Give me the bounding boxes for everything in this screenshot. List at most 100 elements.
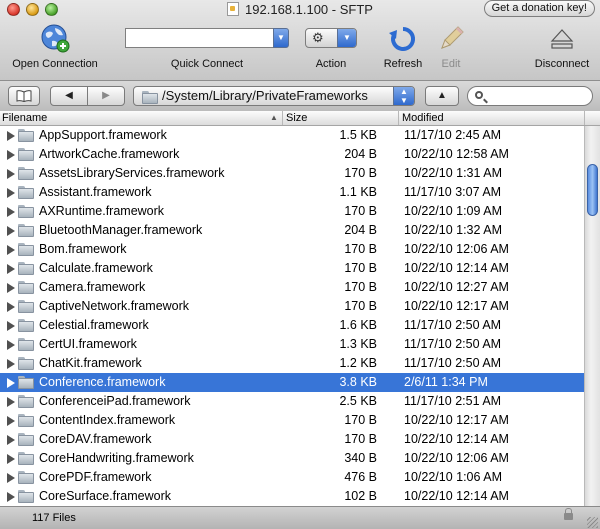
- file-size: 102 B: [344, 489, 377, 503]
- disclosure-triangle-icon[interactable]: [7, 188, 15, 198]
- folder-icon: [18, 281, 34, 294]
- file-name: CorePDF.framework: [39, 470, 152, 484]
- folder-icon: [18, 167, 34, 180]
- file-name: Camera.framework: [39, 280, 146, 294]
- file-size: 1.6 KB: [339, 318, 377, 332]
- file-row[interactable]: Conference.framework 3.8 KB 2/6/11 1:34 PM: [0, 373, 584, 392]
- chevron-down-icon: ▼: [277, 33, 285, 42]
- disclosure-triangle-icon[interactable]: [7, 454, 15, 464]
- file-row[interactable]: CoreSurface.framework 102 B 10/22/10 12:14…: [0, 487, 584, 506]
- edit-button[interactable]: Edit: [436, 24, 466, 70]
- file-row[interactable]: AssetsLibraryServices.framework 170 B 10/2…: [0, 164, 584, 183]
- disconnect-button[interactable]: Disconnect: [535, 26, 589, 70]
- folder-icon: [18, 186, 34, 199]
- folder-icon: [18, 319, 34, 332]
- back-button[interactable]: ◀: [50, 86, 88, 106]
- file-row[interactable]: CorePDF.framework 476 B 10/22/10 1:06 AM: [0, 468, 584, 487]
- file-row[interactable]: CoreDAV.framework 170 B 10/22/10 12:14 AM: [0, 430, 584, 449]
- disclosure-triangle-icon[interactable]: [7, 378, 15, 388]
- resize-grip[interactable]: [587, 517, 598, 528]
- file-row[interactable]: ContentIndex.framework 170 B 10/22/10 12:1…: [0, 411, 584, 430]
- file-row[interactable]: ChatKit.framework 1.2 KB 11/17/10 2:50 AM: [0, 354, 584, 373]
- column-separator[interactable]: [282, 111, 283, 125]
- file-size: 1.1 KB: [339, 185, 377, 199]
- forward-button[interactable]: ▶: [87, 86, 125, 106]
- file-size: 170 B: [344, 432, 377, 446]
- disclosure-triangle-icon[interactable]: [7, 321, 15, 331]
- disclosure-triangle-icon[interactable]: [7, 492, 15, 502]
- disclosure-triangle-icon[interactable]: [7, 150, 15, 160]
- file-row[interactable]: Bom.framework 170 B 10/22/10 12:06 AM: [0, 240, 584, 259]
- disclosure-triangle-icon[interactable]: [7, 131, 15, 141]
- file-size: 170 B: [344, 299, 377, 313]
- disclosure-triangle-icon[interactable]: [7, 264, 15, 274]
- bookmarks-button[interactable]: [8, 86, 40, 106]
- file-row[interactable]: ArtworkCache.framework 204 B 10/22/10 12:5…: [0, 145, 584, 164]
- lock-icon: [564, 508, 573, 520]
- file-name: ConferenceiPad.framework: [39, 394, 191, 408]
- action-menu-button[interactable]: ⚙ ▼: [305, 28, 357, 48]
- disclosure-triangle-icon[interactable]: [7, 340, 15, 350]
- file-name: ArtworkCache.framework: [39, 147, 180, 161]
- file-modified: 11/17/10 2:45 AM: [404, 128, 502, 142]
- disclosure-triangle-icon[interactable]: [7, 207, 15, 217]
- folder-icon: [18, 243, 34, 256]
- parent-directory-button[interactable]: ▲: [425, 86, 459, 106]
- file-row[interactable]: AppSupport.framework 1.5 KB 11/17/10 2:45 …: [0, 126, 584, 145]
- disclosure-triangle-icon[interactable]: [7, 359, 15, 369]
- file-row[interactable]: BluetoothManager.framework 204 B 10/22/10 …: [0, 221, 584, 240]
- disclosure-triangle-icon[interactable]: [7, 435, 15, 445]
- folder-icon: [18, 357, 34, 370]
- title-toolbar: 192.168.1.100 - SFTP Get a donation key!…: [0, 0, 600, 81]
- file-row[interactable]: Assistant.framework 1.1 KB 11/17/10 3:07 A…: [0, 183, 584, 202]
- search-input[interactable]: [467, 86, 593, 106]
- quick-connect-input[interactable]: [125, 28, 275, 48]
- disclosure-triangle-icon[interactable]: [7, 397, 15, 407]
- file-name: CertUI.framework: [39, 337, 137, 351]
- disclosure-triangle-icon[interactable]: [7, 169, 15, 179]
- file-row[interactable]: Celestial.framework 1.6 KB 11/17/10 2:50 A…: [0, 316, 584, 335]
- file-list[interactable]: AppSupport.framework 1.5 KB 11/17/10 2:45 …: [0, 126, 584, 506]
- folder-icon: [18, 300, 34, 313]
- column-separator[interactable]: [398, 111, 399, 125]
- file-name: AssetsLibraryServices.framework: [39, 166, 225, 180]
- path-selector[interactable]: /System/Library/PrivateFrameworks ▲ ▼: [133, 86, 415, 106]
- file-row[interactable]: CoreHandwriting.framework 340 B 10/22/10 1…: [0, 449, 584, 468]
- disclosure-triangle-icon[interactable]: [7, 283, 15, 293]
- folder-icon: [18, 129, 34, 142]
- file-row[interactable]: ConferenceiPad.framework 2.5 KB 11/17/10 2…: [0, 392, 584, 411]
- file-count: 117 Files: [32, 512, 76, 524]
- file-row[interactable]: CertUI.framework 1.3 KB 11/17/10 2:50 AM: [0, 335, 584, 354]
- status-bar: 117 Files: [0, 506, 600, 529]
- folder-icon: [18, 205, 34, 218]
- file-name: BluetoothManager.framework: [39, 223, 203, 237]
- file-row[interactable]: AXRuntime.framework 170 B 10/22/10 1:09 AM: [0, 202, 584, 221]
- disclosure-triangle-icon[interactable]: [7, 226, 15, 236]
- folder-icon: [18, 395, 34, 408]
- folder-icon: [18, 376, 34, 389]
- file-row[interactable]: CaptiveNetwork.framework 170 B 10/22/10 12…: [0, 297, 584, 316]
- file-size: 170 B: [344, 413, 377, 427]
- donation-key-button[interactable]: Get a donation key!: [483, 0, 595, 17]
- open-connection-button[interactable]: Open Connection: [12, 23, 98, 70]
- disclosure-triangle-icon[interactable]: [7, 302, 15, 312]
- file-size: 170 B: [344, 242, 377, 256]
- file-modified: 10/22/10 12:14 AM: [404, 261, 509, 275]
- column-header-size[interactable]: Size: [286, 111, 307, 125]
- column-header-filename[interactable]: Filename: [2, 111, 47, 125]
- disclosure-triangle-icon[interactable]: [7, 416, 15, 426]
- quick-connect-dropdown[interactable]: ▼: [273, 28, 289, 48]
- chevron-down-icon: ▼: [337, 29, 356, 47]
- file-modified: 10/22/10 1:09 AM: [404, 204, 502, 218]
- column-header-modified[interactable]: Modified: [402, 111, 444, 125]
- file-name: CoreSurface.framework: [39, 489, 171, 503]
- file-name: AppSupport.framework: [39, 128, 167, 142]
- folder-icon: [18, 262, 34, 275]
- file-row[interactable]: Calculate.framework 170 B 10/22/10 12:14 A…: [0, 259, 584, 278]
- disclosure-triangle-icon[interactable]: [7, 245, 15, 255]
- disclosure-triangle-icon[interactable]: [7, 473, 15, 483]
- pencil-icon: [441, 26, 464, 49]
- vertical-scrollbar[interactable]: [584, 126, 600, 506]
- file-row[interactable]: Camera.framework 170 B 10/22/10 12:27 AM: [0, 278, 584, 297]
- scrollbar-thumb[interactable]: [587, 164, 598, 216]
